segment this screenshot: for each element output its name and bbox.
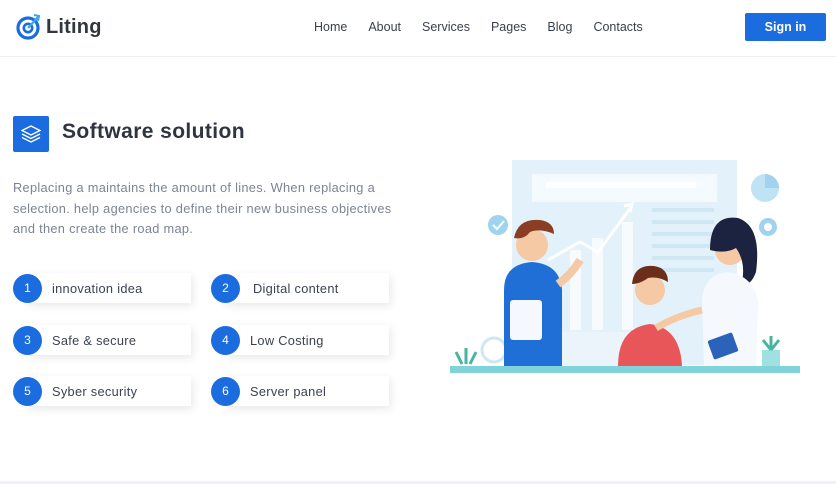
feature-label: innovation idea [52,280,143,296]
team-illustration [440,150,820,385]
nav-about[interactable]: About [368,20,401,34]
layers-icon [13,116,49,152]
site-header: Liting Home About Services Pages Blog Co… [0,0,836,57]
feature-label: Digital content [253,280,339,296]
feature-item: 4 Low Costing [211,325,391,355]
section-title: Software solution [62,120,245,143]
sign-in-button[interactable]: Sign in [745,13,826,41]
main-nav: Home About Services Pages Blog Contacts [314,20,664,34]
feature-item: 5 Syber security [13,376,193,406]
feature-label: Safe & secure [52,332,137,348]
feature-number: 2 [211,273,240,303]
target-arrow-icon [16,13,42,41]
brand-logo[interactable]: Liting [16,13,102,41]
feature-item: 6 Server panel [211,376,391,406]
feature-item: 3 Safe & secure [13,325,193,355]
nav-pages[interactable]: Pages [491,20,526,34]
feature-label: Syber security [52,383,138,399]
feature-number: 1 [13,273,42,303]
feature-number: 3 [13,325,42,355]
feature-number: 6 [211,376,240,406]
feature-item: 1 innovation idea [13,273,193,303]
nav-contacts[interactable]: Contacts [593,20,642,34]
brand-name: Liting [46,15,102,38]
nav-services[interactable]: Services [422,20,470,34]
feature-label: Low Costing [250,332,324,348]
feature-label: Server panel [250,383,327,399]
section-description: Replacing a maintains the amount of line… [13,180,392,236]
nav-blog[interactable]: Blog [547,20,572,34]
nav-home[interactable]: Home [314,20,347,34]
feature-number: 5 [13,376,42,406]
feature-number: 4 [211,325,240,355]
feature-item: 2 Digital content [211,273,391,303]
